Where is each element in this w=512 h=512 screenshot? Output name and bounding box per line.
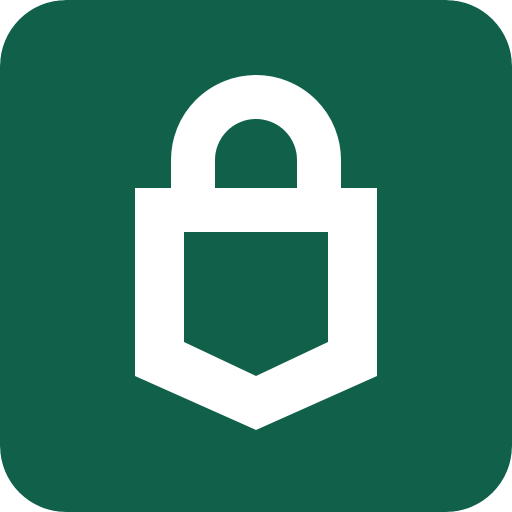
lock-shield-icon xyxy=(0,0,512,512)
app-icon[interactable] xyxy=(0,0,512,512)
